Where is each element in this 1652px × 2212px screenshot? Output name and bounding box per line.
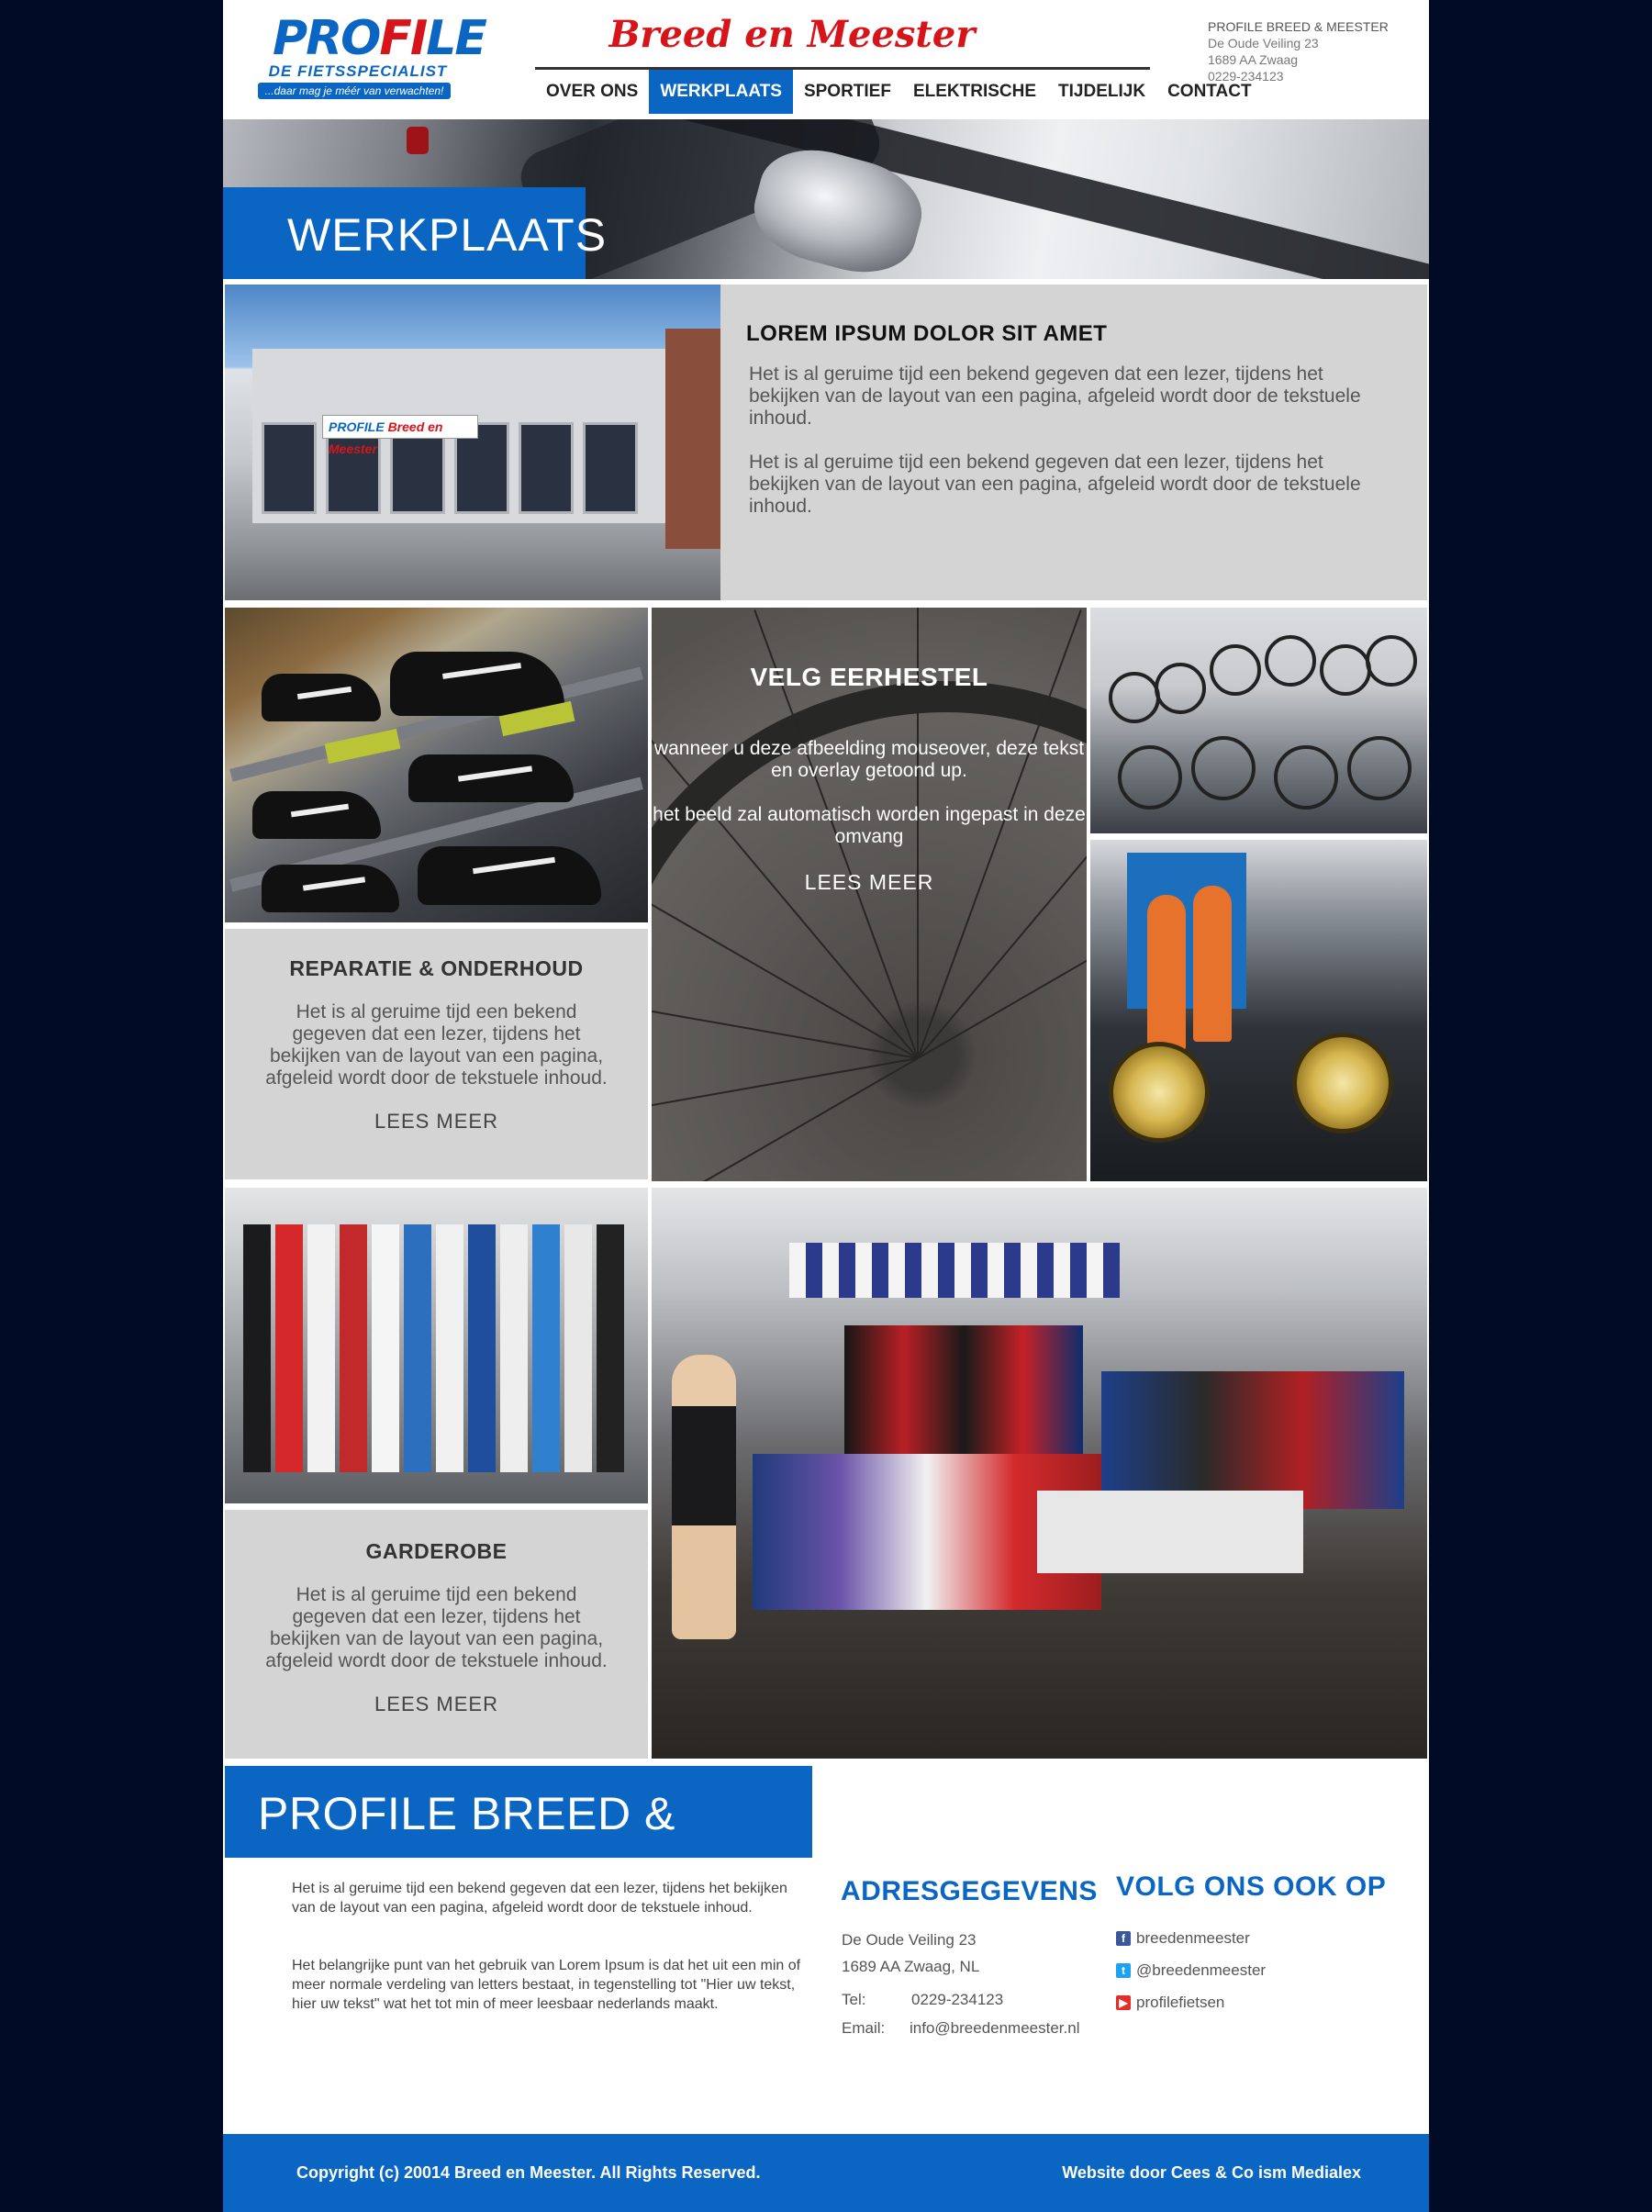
header-address-line: PROFILE BREED & MEESTER bbox=[1208, 19, 1389, 34]
company-banner: PROFILE BREED & MEESTER bbox=[225, 1766, 812, 1935]
nav-item-werkplaats[interactable]: WERKPLAATS bbox=[649, 70, 793, 114]
main-nav: OVER ONS WERKPLAATS SPORTIEF ELEKTRISCHE… bbox=[535, 67, 1252, 118]
twitter-icon: t bbox=[1116, 1963, 1131, 1978]
card-title: REPARATIE & ONDERHOUD bbox=[289, 956, 584, 980]
golden-bike-photo[interactable] bbox=[1090, 840, 1427, 1181]
overlay-title: VELG EERHESTEL bbox=[750, 663, 988, 691]
youtube-link[interactable]: ▶ profilefietsen bbox=[1116, 1994, 1224, 2012]
copyright-text: Copyright (c) 20014 Breed en Meester. Al… bbox=[296, 2163, 761, 2182]
facebook-link[interactable]: f breedenmeester bbox=[1116, 1929, 1250, 1948]
social-heading: VOLG ONS OOK OP bbox=[1116, 1871, 1387, 1902]
shoes-photo[interactable] bbox=[225, 608, 648, 922]
card-title: GARDEROBE bbox=[365, 1539, 508, 1563]
social-label: breedenmeester bbox=[1136, 1929, 1250, 1947]
lees-meer-link[interactable]: LEES MEER bbox=[225, 1693, 648, 1716]
address-heading: ADRESGEGEVENS bbox=[841, 1876, 1098, 1906]
address-city: 1689 AA Zwaag, NL bbox=[842, 1958, 980, 1975]
intro-paragraph: Het is al geruime tijd een bekend gegeve… bbox=[749, 363, 1361, 429]
footer: Copyright (c) 20014 Breed en Meester. Al… bbox=[223, 2134, 1429, 2212]
page-title: WERKPLAATS bbox=[223, 187, 606, 279]
about-paragraph: Het belangrijke punt van het gebruik van… bbox=[292, 1958, 801, 2012]
showroom-photo[interactable] bbox=[652, 1188, 1427, 1759]
storefront-photo: PROFILE Breed en Meester bbox=[225, 285, 720, 600]
nav-item-contact[interactable]: CONTACT bbox=[1156, 70, 1262, 114]
bikes-rack-photo[interactable] bbox=[1090, 608, 1427, 833]
card-reparatie: REPARATIE & ONDERHOUD Het is al geruime … bbox=[225, 929, 648, 1179]
lees-meer-link[interactable]: LEES MEER bbox=[225, 1110, 648, 1134]
hover-overlay[interactable]: VELG EERHESTEL wanneer u deze afbeelding… bbox=[652, 608, 1087, 1181]
wheel-photo[interactable]: VELG EERHESTEL wanneer u deze afbeelding… bbox=[652, 608, 1087, 1181]
logo-wordmark: PROFILE bbox=[273, 11, 487, 66]
store-sign: PROFILE Breed en Meester bbox=[322, 415, 478, 456]
intro-title: LOREM IPSUM DOLOR SIT AMET bbox=[746, 321, 1108, 346]
nav-item-over-ons[interactable]: OVER ONS bbox=[535, 70, 649, 114]
tel-value[interactable]: 0229-234123 bbox=[911, 1991, 1003, 2009]
jerseys-photo[interactable] bbox=[225, 1188, 648, 1503]
facebook-icon: f bbox=[1116, 1931, 1131, 1946]
intro-paragraph: Het is al geruime tijd een bekend gegeve… bbox=[749, 452, 1361, 517]
lees-meer-link[interactable]: LEES MEER bbox=[652, 870, 1087, 895]
nav-item-elektrische[interactable]: ELEKTRISCHE bbox=[902, 70, 1047, 114]
youtube-icon: ▶ bbox=[1116, 1995, 1131, 2010]
credit-link[interactable]: Website door Cees & Co ism Medialex bbox=[1062, 2163, 1361, 2183]
card-text: Het is al geruime tijd een bekend gegeve… bbox=[265, 1584, 608, 1671]
social-label: profilefietsen bbox=[1136, 1994, 1225, 2011]
card-garderobe: GARDEROBE Het is al geruime tijd een bek… bbox=[225, 1510, 648, 1759]
profile-logo[interactable]: PROFILE DE FIETSSPECIALIST ...daar mag j… bbox=[256, 15, 487, 101]
tel-label: Tel: bbox=[842, 1991, 866, 2008]
overlay-text: wanneer u deze afbeelding mouseover, dez… bbox=[653, 738, 1085, 781]
intro-panel: LOREM IPSUM DOLOR SIT AMET Het is al ger… bbox=[720, 285, 1427, 600]
nav-item-sportief[interactable]: SPORTIEF bbox=[793, 70, 902, 114]
page: PROFILE DE FIETSSPECIALIST ...daar mag j… bbox=[223, 0, 1429, 2212]
email-label: Email: bbox=[842, 2019, 886, 2037]
card-text: Het is al geruime tijd een bekend gegeve… bbox=[265, 1001, 608, 1089]
about-paragraph: Het is al geruime tijd een bekend gegeve… bbox=[292, 1881, 787, 1916]
social-label: @breedenmeester bbox=[1136, 1961, 1267, 1979]
address-street: De Oude Veiling 23 bbox=[842, 1931, 977, 1949]
nav-item-tijdelijk[interactable]: TIJDELIJK bbox=[1047, 70, 1156, 114]
header-address-line: De Oude Veiling 23 bbox=[1208, 36, 1319, 50]
brand-name[interactable]: Breed en Meester bbox=[599, 13, 985, 56]
overlay-text: het beeld zal automatisch worden ingepas… bbox=[653, 804, 1086, 847]
twitter-link[interactable]: t @breedenmeester bbox=[1116, 1961, 1266, 1980]
email-link[interactable]: info@breedenmeester.nl bbox=[910, 2019, 1079, 2038]
header-address-line: 1689 AA Zwaag bbox=[1208, 52, 1299, 67]
logo-tagline: ...daar mag je méér van verwachten! bbox=[258, 83, 451, 99]
logo-subtitle: DE FIETSSPECIALIST bbox=[268, 62, 448, 80]
